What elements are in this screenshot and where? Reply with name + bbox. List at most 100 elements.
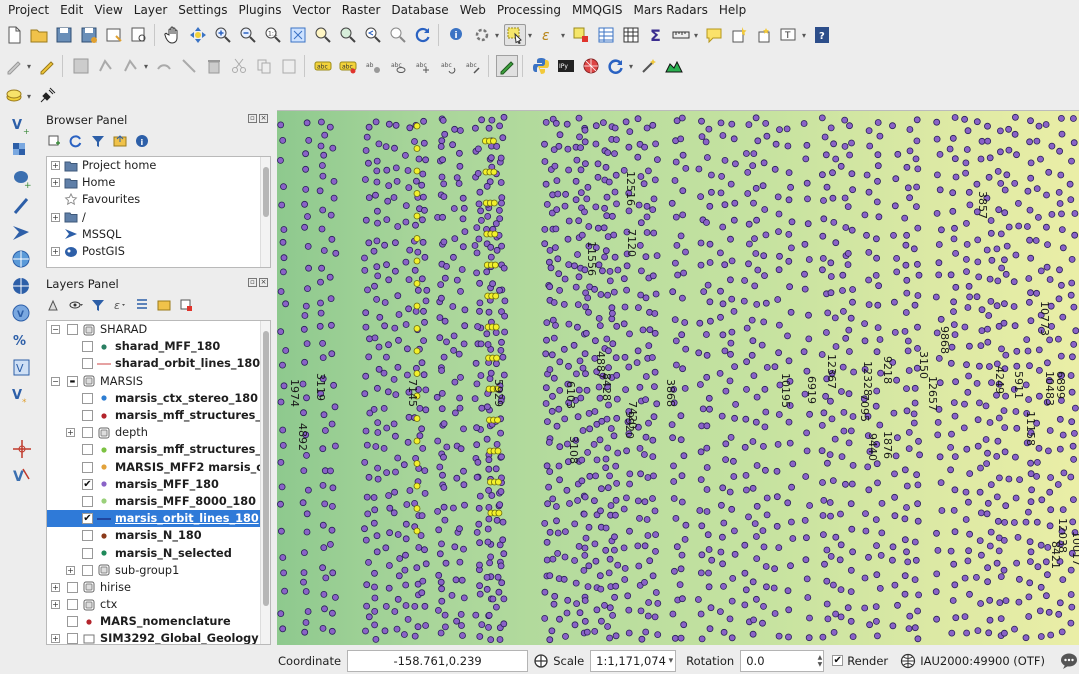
add-raster-layer-icon[interactable]: [9, 139, 35, 165]
menu-help[interactable]: Help: [715, 0, 750, 20]
remove-layer-icon[interactable]: [178, 297, 194, 313]
label-tool-icon[interactable]: abc: [312, 55, 334, 77]
crs-globe-icon[interactable]: [900, 652, 917, 670]
layer-visibility-checkbox[interactable]: [67, 616, 78, 628]
dropdown-arrow-icon[interactable]: ▾: [559, 24, 567, 46]
expand-icon[interactable]: +: [66, 565, 75, 575]
layer-styling-icon[interactable]: [46, 297, 62, 313]
filter-by-expression-icon[interactable]: ε: [112, 297, 128, 313]
layer-row[interactable]: + sub-group1: [47, 562, 270, 579]
layer-visibility-checkbox[interactable]: [82, 547, 93, 559]
add-wfs-layer-icon[interactable]: V: [9, 301, 35, 327]
expand-icon[interactable]: +: [51, 600, 60, 610]
add-postgis-layer-icon[interactable]: +: [9, 166, 35, 192]
node-tool-icon[interactable]: [153, 55, 175, 77]
open-project-icon[interactable]: [28, 24, 50, 46]
new-vector-layer-icon[interactable]: V *: [9, 382, 35, 408]
save-project-icon[interactable]: [53, 24, 75, 46]
menu-vector[interactable]: Vector: [288, 0, 334, 20]
browser-item[interactable]: + PostGIS: [47, 243, 270, 260]
toggle-editing-icon[interactable]: [36, 55, 58, 77]
dropdown-arrow-icon[interactable]: ▾: [800, 24, 808, 46]
layer-row[interactable]: marsis_N_selected: [47, 544, 270, 561]
add-wms-layer-icon[interactable]: [9, 247, 35, 273]
layer-row[interactable]: marsis_ctx_stereo_180: [47, 390, 270, 407]
current-edits-icon[interactable]: [3, 55, 25, 77]
expand-icon[interactable]: +: [51, 161, 60, 171]
new-print-composer-icon[interactable]: [103, 24, 125, 46]
show-bookmarks-icon[interactable]: [753, 24, 775, 46]
delete-selected-icon[interactable]: [203, 55, 225, 77]
filter-legend-icon[interactable]: [90, 297, 106, 313]
refresh-icon[interactable]: [68, 133, 84, 149]
browser-scrollbar[interactable]: [260, 157, 270, 267]
layer-row[interactable]: − SHARAD: [47, 321, 270, 338]
measure-icon[interactable]: [670, 24, 692, 46]
browser-item[interactable]: + Home: [47, 174, 270, 191]
satellite-icon[interactable]: [36, 85, 58, 107]
dropdown-arrow-icon[interactable]: ▾: [526, 24, 534, 46]
pan-icon[interactable]: [162, 24, 184, 46]
save-edits-icon[interactable]: [70, 55, 92, 77]
layer-visibility-checkbox[interactable]: [67, 324, 78, 336]
menu-processing[interactable]: Processing: [493, 0, 565, 20]
float-panel-icon[interactable]: ▫: [248, 114, 257, 123]
layer-visibility-checkbox[interactable]: ✔: [82, 513, 93, 525]
layer-row[interactable]: marsis_MFF_8000_180: [47, 493, 270, 510]
expand-icon[interactable]: +: [51, 634, 60, 644]
layer-visibility-checkbox[interactable]: [67, 599, 78, 611]
cut-icon[interactable]: [228, 55, 250, 77]
add-virtual-layer-icon[interactable]: V: [9, 355, 35, 381]
new-project-icon[interactable]: [3, 24, 25, 46]
layer-visibility-checkbox[interactable]: [82, 358, 93, 370]
zoom-last-icon[interactable]: [362, 24, 384, 46]
coordinate-field[interactable]: -158.761,0.239: [347, 649, 529, 672]
composer-manager-icon[interactable]: [128, 24, 150, 46]
layer-row[interactable]: marsis_N_180: [47, 527, 270, 544]
pan-to-selection-icon[interactable]: [187, 24, 209, 46]
zoom-next-icon[interactable]: [387, 24, 409, 46]
expand-icon[interactable]: +: [51, 582, 60, 592]
chevron-down-icon[interactable]: ▾: [669, 656, 674, 666]
filter-icon[interactable]: [90, 133, 106, 149]
rotation-spinbox[interactable]: 0.0 ▲ ▼: [740, 649, 825, 672]
scale-combobox[interactable]: 1:1,171,074 ▾: [590, 649, 677, 672]
deselect-icon[interactable]: [570, 24, 592, 46]
browser-item[interactable]: Favourites: [47, 191, 270, 208]
browser-item[interactable]: + Project home: [47, 157, 270, 174]
rotate-label-icon[interactable]: abc: [437, 55, 459, 77]
cut-features-tool-icon[interactable]: [178, 55, 200, 77]
highlight-labels-icon[interactable]: abc: [337, 55, 359, 77]
paste-icon[interactable]: [278, 55, 300, 77]
profile-icon[interactable]: [663, 55, 685, 77]
expand-icon[interactable]: +: [51, 247, 60, 257]
expand-icon[interactable]: +: [66, 428, 75, 438]
layer-row[interactable]: sharad_MFF_180: [47, 338, 270, 355]
move-feature-icon[interactable]: [120, 55, 142, 77]
layer-visibility-checkbox[interactable]: [82, 461, 93, 473]
menu-layer[interactable]: Layer: [130, 0, 171, 20]
menu-project[interactable]: Project: [4, 0, 53, 20]
zoom-in-icon[interactable]: [212, 24, 234, 46]
text-annotation-icon[interactable]: T: [778, 24, 800, 46]
layer-row[interactable]: MARSIS_MFF2 marsis_orb...: [47, 459, 270, 476]
layer-visibility-checkbox[interactable]: ▬: [67, 375, 78, 387]
float-panel-icon[interactable]: ▫: [248, 278, 257, 287]
layer-row[interactable]: MARS_nomenclature: [47, 613, 270, 630]
expand-icon[interactable]: +: [51, 212, 60, 222]
crs-label[interactable]: IAU2000:49900 (OTF): [920, 654, 1045, 668]
select-features-icon[interactable]: [504, 24, 526, 46]
add-delimited-text-icon[interactable]: %: [9, 328, 35, 354]
messages-icon[interactable]: [1059, 651, 1079, 671]
dropdown-arrow-icon[interactable]: ▾: [692, 24, 700, 46]
layer-row[interactable]: − ▬ MARSIS: [47, 373, 270, 390]
layer-row[interactable]: + ctx: [47, 596, 270, 613]
action-icon[interactable]: [471, 24, 493, 46]
attribute-table-icon[interactable]: [595, 24, 617, 46]
menu-settings[interactable]: Settings: [174, 0, 231, 20]
dropdown-arrow-icon[interactable]: ▾: [142, 55, 150, 77]
add-wcs-layer-icon[interactable]: [9, 274, 35, 300]
layer-row[interactable]: marsis_mff_structures_sim: [47, 441, 270, 458]
expand-icon[interactable]: −: [51, 376, 60, 386]
expand-all-icon[interactable]: [134, 297, 150, 313]
